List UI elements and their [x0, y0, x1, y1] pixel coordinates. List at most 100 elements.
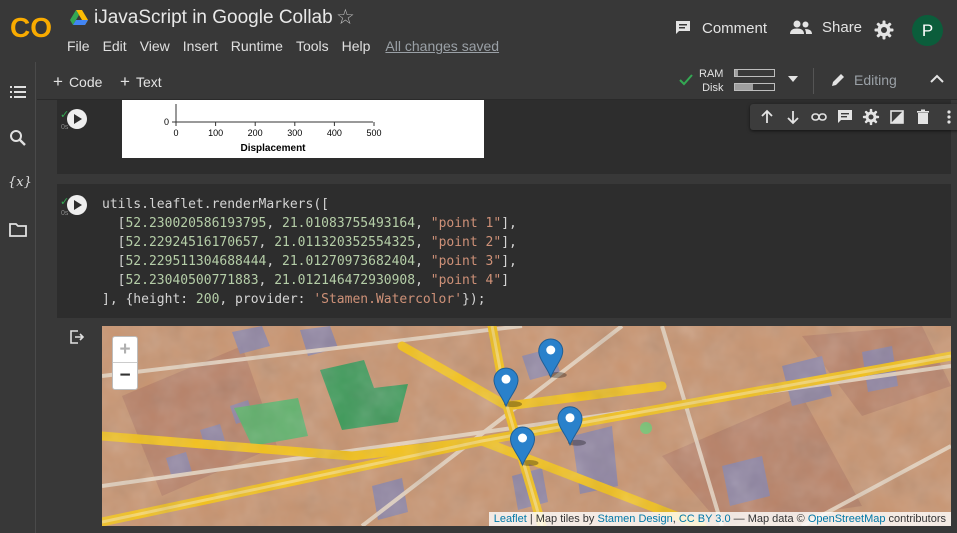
- marker-layer: [493, 338, 586, 467]
- ram-usage-bar[interactable]: [734, 69, 775, 77]
- folder-icon[interactable]: [8, 220, 28, 240]
- comment-button[interactable]: Comment: [674, 19, 767, 37]
- editing-mode-button[interactable]: Editing: [830, 72, 897, 88]
- delete-trash-icon[interactable]: [914, 108, 932, 126]
- mirror-cell-icon[interactable]: [888, 108, 906, 126]
- plus-icon: +: [53, 72, 63, 91]
- zoom-in-button[interactable]: +: [113, 337, 137, 363]
- attribution-text-3: — Map data ©: [730, 513, 808, 525]
- code-height-value: 200: [195, 292, 220, 307]
- comment-icon[interactable]: [836, 108, 854, 126]
- disk-label: Disk: [702, 82, 724, 94]
- osm-link[interactable]: OpenStreetMap: [808, 513, 886, 525]
- map-marker-pin[interactable]: [538, 338, 567, 379]
- star-icon[interactable]: ☆: [336, 6, 355, 30]
- map-marker-pin[interactable]: [493, 367, 522, 408]
- license-link[interactable]: CC BY 3.0: [679, 513, 731, 525]
- variables-icon[interactable]: {x}: [8, 175, 32, 195]
- table-of-contents-icon[interactable]: [8, 82, 28, 102]
- point-4-lng: 21.012146472930908: [274, 273, 416, 288]
- plus-icon: +: [120, 72, 130, 91]
- arrow-down-icon[interactable]: [784, 108, 802, 126]
- menu-edit[interactable]: Edit: [103, 38, 127, 54]
- settings-gear-icon[interactable]: [874, 20, 894, 40]
- add-code-button[interactable]: + Code: [53, 72, 102, 92]
- point-2-label: "point 2": [430, 235, 502, 250]
- x-axis-label: Displacement: [240, 143, 306, 154]
- x-tick-label: 0: [173, 128, 178, 138]
- drive-icon[interactable]: [70, 10, 88, 26]
- attribution-text-4: contributors: [885, 513, 946, 525]
- cell-settings-gear-icon[interactable]: [862, 108, 880, 126]
- point-2-lng: 21.011320352554325: [274, 235, 416, 250]
- comment-icon: [676, 21, 690, 34]
- run-cell-button[interactable]: [67, 109, 87, 129]
- add-text-button[interactable]: + Text: [120, 72, 162, 92]
- output-actions-icon[interactable]: [69, 329, 85, 345]
- chart-output: 0 0 100 200 300 400 500 Displacement: [122, 100, 484, 158]
- ram-usage-fill: [735, 70, 739, 76]
- toolbar-divider: [813, 68, 814, 94]
- left-sidebar: {x}: [0, 62, 36, 533]
- point-3-lng: 21.01270973682404: [282, 254, 416, 269]
- point-2-lat: 52.22924516170657: [125, 235, 259, 250]
- arrow-up-icon[interactable]: [758, 108, 776, 126]
- run-cell-button[interactable]: [67, 195, 87, 215]
- menu-insert[interactable]: Insert: [183, 38, 218, 54]
- document-title[interactable]: iJavaScript in Google Collab: [94, 7, 333, 29]
- point-4-lat: 52.23040500771883: [125, 273, 259, 288]
- execution-time: 0s: [61, 210, 69, 217]
- comment-label: Comment: [702, 19, 768, 37]
- code-cell-chart[interactable]: ✓ 0s 0 0 100 200 300 400 500 Displacement: [57, 100, 957, 174]
- cell-action-toolbar: [750, 104, 957, 130]
- share-label: Share: [822, 19, 863, 36]
- leaflet-link[interactable]: Leaflet: [494, 513, 527, 525]
- y-tick-label: 0: [164, 117, 169, 127]
- leaflet-map[interactable]: + − Leaflet | Map tiles by Stamen Design…: [102, 326, 951, 526]
- connected-check-icon: [679, 74, 693, 86]
- point-4-label: "point 4": [430, 273, 502, 288]
- more-vert-icon[interactable]: [940, 108, 957, 126]
- menu-tools[interactable]: Tools: [296, 38, 329, 54]
- x-tick-label: 100: [208, 128, 223, 138]
- code-provider-value: 'Stamen.Watercolor': [313, 292, 463, 307]
- x-tick-label: 500: [366, 128, 381, 138]
- point-1-lat: 52.230020586193795: [125, 216, 267, 231]
- code-opts-post: });: [462, 292, 486, 307]
- x-tick-label: 300: [287, 128, 302, 138]
- pencil-icon: [832, 74, 844, 86]
- save-status-link[interactable]: All changes saved: [385, 38, 499, 54]
- user-avatar[interactable]: P: [912, 15, 943, 46]
- colab-logo[interactable]: CO: [10, 12, 54, 42]
- chevron-up-icon[interactable]: [930, 74, 944, 84]
- map-marker-pin[interactable]: [510, 426, 539, 467]
- x-ticks: 0 100 200 300 400 500: [173, 122, 382, 138]
- add-code-label: Code: [68, 74, 103, 90]
- resource-labels[interactable]: RAM Disk: [699, 67, 723, 95]
- attribution-text-1: | Map tiles by: [526, 513, 598, 525]
- menu-file[interactable]: File: [67, 38, 90, 54]
- share-button[interactable]: Share: [790, 19, 862, 36]
- map-marker-pin[interactable]: [557, 406, 586, 447]
- chevron-down-icon[interactable]: [788, 76, 798, 82]
- zoom-control: + −: [112, 336, 138, 390]
- disk-usage-bar[interactable]: [734, 83, 775, 91]
- code-editor[interactable]: utils.leaflet.renderMarkers([ [52.230020…: [102, 195, 517, 309]
- code-opts-pre: ], {height:: [102, 292, 196, 307]
- zoom-out-button[interactable]: −: [113, 363, 137, 389]
- point-1-lng: 21.01083755493164: [282, 216, 416, 231]
- menu-runtime[interactable]: Runtime: [231, 38, 283, 54]
- point-3-label: "point 3": [430, 254, 502, 269]
- displacement-chart: 0 0 100 200 300 400 500 Displacement: [164, 104, 382, 154]
- menu-help[interactable]: Help: [342, 38, 371, 54]
- notebook-area: ✓ 0s 0 0 100 200 300 400 500 Displacement: [37, 100, 957, 533]
- share-people-icon: [790, 20, 812, 34]
- map-attribution: Leaflet | Map tiles by Stamen Design, CC…: [488, 512, 951, 526]
- point-3-lat: 52.229511304688444: [125, 254, 267, 269]
- menu-view[interactable]: View: [140, 38, 170, 54]
- svg-text:CO: CO: [10, 12, 52, 42]
- search-icon[interactable]: [8, 128, 28, 148]
- stamen-link[interactable]: Stamen Design: [597, 513, 672, 525]
- menu-bar: File Edit View Insert Runtime Tools Help…: [67, 38, 512, 54]
- link-icon[interactable]: [810, 108, 828, 126]
